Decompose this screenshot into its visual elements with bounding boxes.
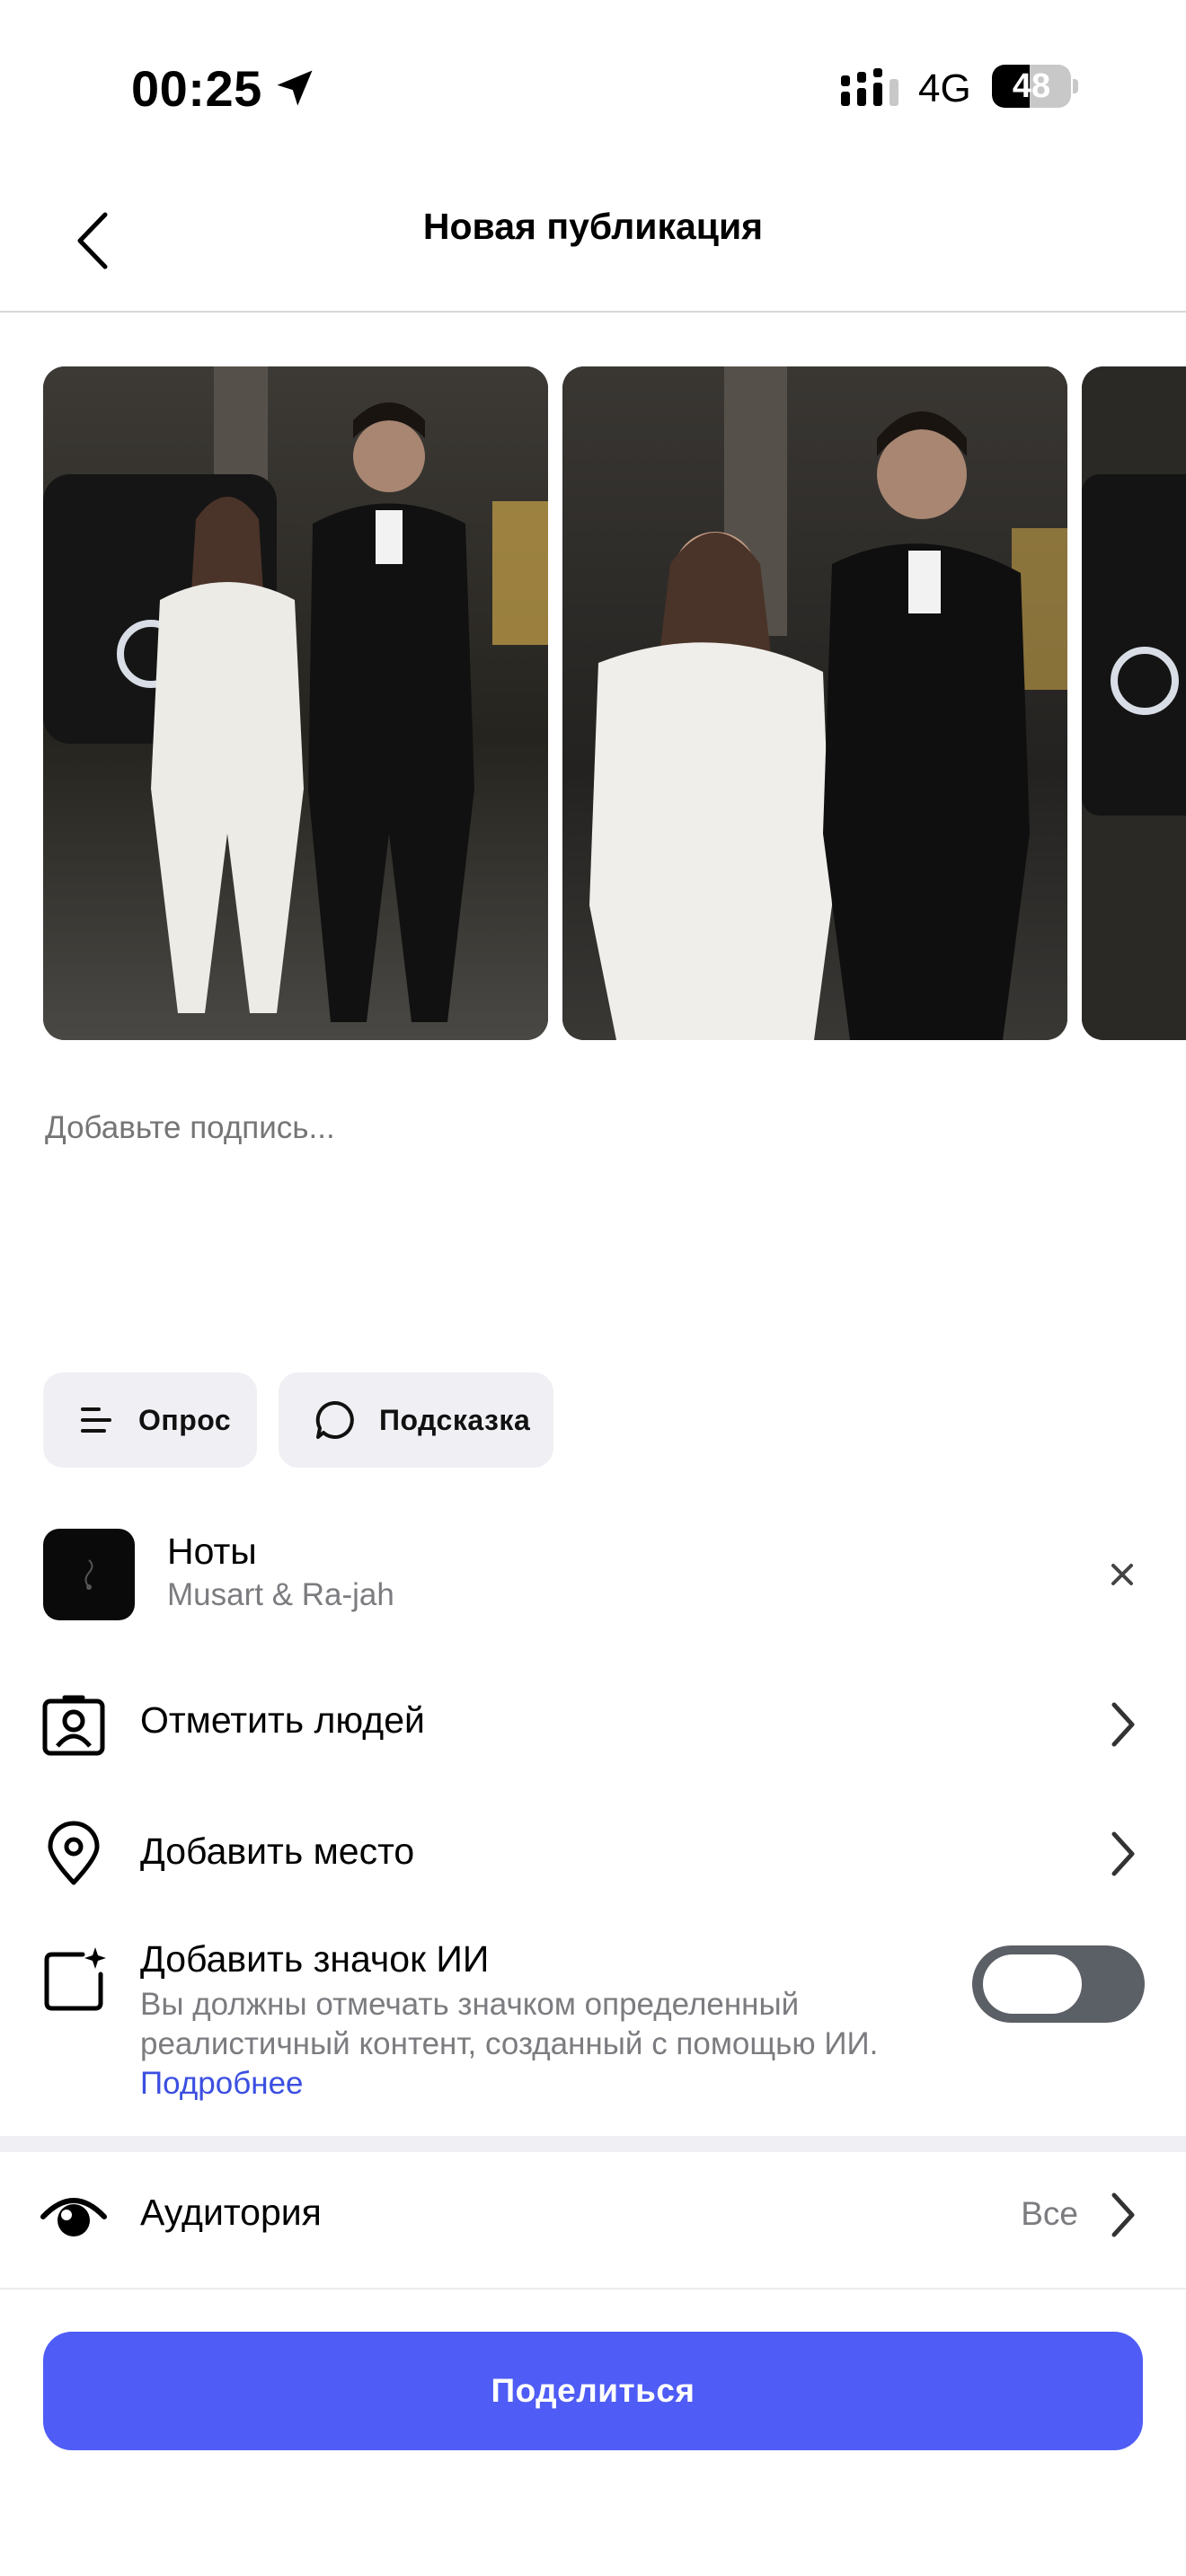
photo-image — [562, 366, 1067, 1040]
chevron-right-icon — [1111, 2192, 1135, 2237]
music-title: Ноты — [167, 1531, 257, 1572]
ai-label-title: Добавить значок ИИ — [140, 1938, 490, 1980]
ai-label-description: Вы должны отмечать значком определенный … — [140, 1985, 949, 2104]
learn-more-link[interactable]: Подробнее — [140, 2066, 304, 2101]
speech-bubble-icon — [315, 1400, 354, 1439]
audience-label: Аудитория — [140, 2192, 322, 2233]
poll-chip-label: Опрос — [138, 1403, 232, 1436]
music-artist: Musart & Ra-jah — [167, 1577, 394, 1612]
status-bar: 00:25 4G 48 — [0, 0, 1186, 171]
photo-image — [1082, 366, 1186, 1040]
photo-carousel[interactable] — [0, 366, 1186, 1040]
close-icon — [1111, 1564, 1133, 1585]
add-location-label: Добавить место — [140, 1831, 415, 1872]
list-lines-icon — [81, 1407, 111, 1433]
signal-bars-icon — [841, 68, 898, 106]
chevron-right-icon — [1111, 1831, 1135, 1876]
hint-chip-label: Подсказка — [379, 1403, 531, 1436]
battery-level: 48 — [1012, 67, 1051, 105]
poll-chip[interactable]: Опрос — [43, 1372, 257, 1468]
remove-music-button[interactable] — [1098, 1550, 1146, 1599]
ai-label-toggle[interactable] — [972, 1945, 1145, 2023]
location-pin-icon — [48, 1821, 100, 1885]
location-arrow-icon — [277, 70, 313, 106]
battery-tip — [1073, 79, 1078, 93]
music-note-icon — [84, 1559, 93, 1590]
toggle-knob — [983, 1954, 1082, 2014]
ai-label-description-text: Вы должны отмечать значком определенный … — [140, 1987, 879, 2061]
battery-icon: 48 — [992, 65, 1071, 108]
divider — [0, 2288, 1186, 2289]
network-type: 4G — [918, 66, 971, 110]
share-button[interactable]: Поделиться — [43, 2332, 1143, 2450]
music-cover[interactable] — [43, 1529, 135, 1620]
audience-value: Все — [1021, 2195, 1078, 2232]
person-badge-icon — [42, 1695, 105, 1756]
add-location-row[interactable]: Добавить место — [0, 1809, 1186, 1899]
status-time: 00:25 — [131, 60, 262, 117]
photo-thumbnail[interactable] — [562, 366, 1067, 1040]
section-divider — [0, 2136, 1186, 2152]
chevron-right-icon — [1111, 1702, 1135, 1747]
caption-input[interactable] — [45, 1110, 1141, 1146]
hint-chip[interactable]: Подсказка — [279, 1372, 553, 1468]
photo-thumbnail[interactable] — [43, 366, 548, 1040]
photo-thumbnail[interactable] — [1082, 366, 1186, 1040]
photo-image — [43, 366, 548, 1040]
header: Новая публикация — [0, 171, 1186, 313]
page-title: Новая публикация — [422, 206, 764, 247]
tag-people-row[interactable]: Отметить людей — [0, 1680, 1186, 1769]
ai-sparkle-square-icon — [44, 1947, 106, 2011]
tag-people-label: Отметить людей — [140, 1699, 425, 1741]
eye-icon — [40, 2198, 107, 2236]
